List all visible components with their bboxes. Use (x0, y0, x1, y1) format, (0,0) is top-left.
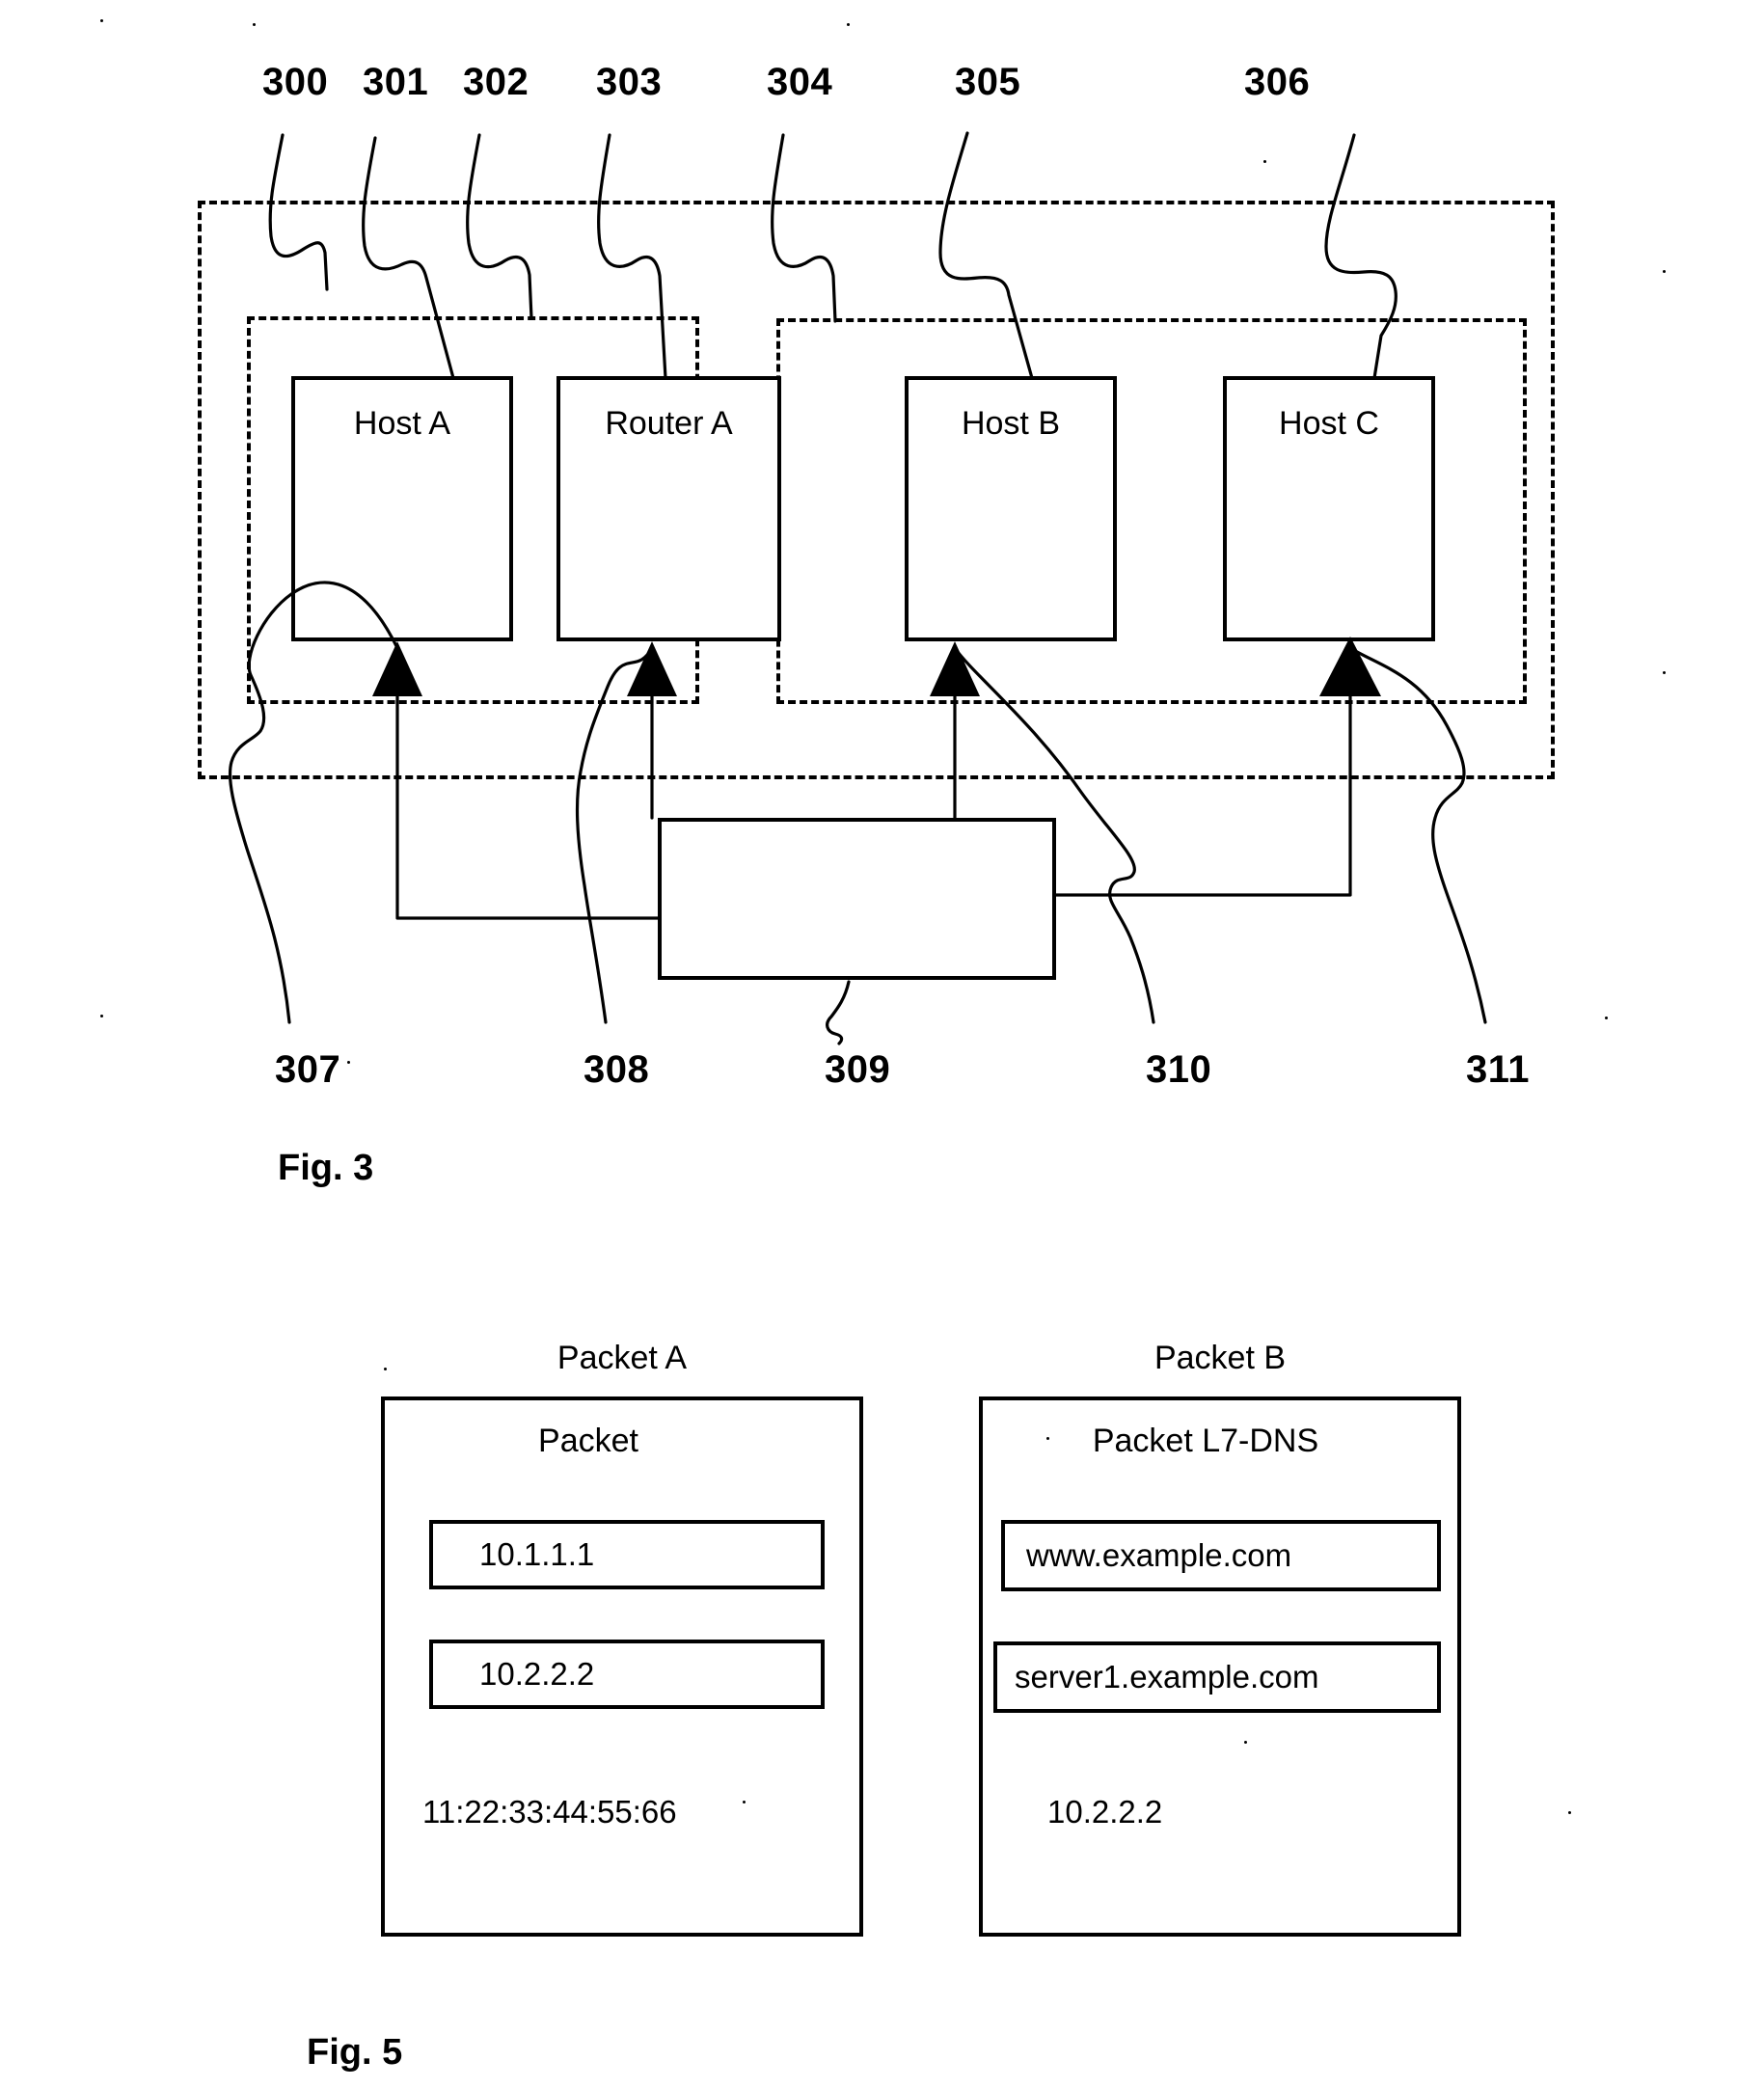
packet-a-field-501: 10.1.1.1 (429, 1520, 825, 1589)
scan-speck (1568, 1811, 1571, 1814)
packet-b-field-505-value: server1.example.com (1015, 1659, 1319, 1695)
scan-speck (743, 1801, 746, 1803)
figure-3: 300 301 302 303 304 305 306 Host A Route… (0, 0, 1764, 1234)
ref-number-304: 304 (767, 61, 833, 103)
scan-speck (253, 23, 256, 26)
ref-number-308: 308 (583, 1048, 650, 1091)
ref-number-310: 310 (1146, 1048, 1212, 1091)
patent-figure-page: 300 301 302 303 304 305 306 Host A Route… (0, 0, 1764, 2088)
scan-speck (100, 19, 103, 22)
packet-a-heading: Packet (538, 1423, 638, 1459)
ref-number-303: 303 (596, 61, 663, 103)
scan-speck (384, 1368, 387, 1370)
packet-b-field-505: server1.example.com (993, 1641, 1441, 1713)
node-box-host-c: Host C (1223, 376, 1435, 641)
ref-number-306: 306 (1244, 61, 1311, 103)
scan-speck (1244, 1741, 1247, 1744)
node-box-host-a: Host A (291, 376, 513, 641)
node-label-host-a: Host A (353, 405, 451, 442)
ref-number-307: 307 (275, 1048, 341, 1091)
node-label-router-a: Router A (605, 405, 733, 442)
figure-5: Packet A Packet 10.1.1.1 10.2.2.2 11:22:… (0, 1331, 1764, 2083)
packet-a-field-503-value: 11:22:33:44:55:66 (422, 1794, 677, 1830)
leader-line-309 (826, 980, 851, 1045)
figure-3-caption: Fig. 3 (278, 1148, 374, 1188)
node-label-host-c: Host C (1279, 405, 1379, 442)
scan-speck (347, 1061, 350, 1064)
node-box-router-a: Router A (556, 376, 781, 641)
node-label-host-b: Host B (961, 405, 1061, 442)
packet-b-field-504: www.example.com (1001, 1520, 1441, 1591)
scan-speck (1046, 1437, 1049, 1440)
scan-speck (100, 1015, 103, 1017)
figure-5-lines (0, 1331, 1764, 2088)
ref-number-302: 302 (463, 61, 529, 103)
packet-b-heading: Packet L7-DNS (1092, 1423, 1319, 1459)
packet-a-field-501-value: 10.1.1.1 (479, 1536, 595, 1572)
ref-number-301: 301 (363, 61, 429, 103)
ref-number-305: 305 (955, 61, 1021, 103)
central-controller-box (658, 818, 1056, 980)
figure-5-caption: Fig. 5 (307, 2032, 403, 2073)
packet-a-field-502: 10.2.2.2 (429, 1640, 825, 1709)
scan-speck (847, 23, 850, 26)
scan-speck (1263, 160, 1266, 163)
packet-a-field-502-value: 10.2.2.2 (479, 1656, 595, 1692)
packet-a-title: Packet A (556, 1340, 688, 1376)
packet-b-title: Packet B (1153, 1340, 1287, 1376)
ref-number-309: 309 (825, 1048, 891, 1091)
ref-number-311: 311 (1466, 1048, 1531, 1091)
scan-speck (1663, 270, 1666, 273)
packet-b-field-506-value: 10.2.2.2 (1047, 1794, 1163, 1830)
ref-number-300: 300 (262, 61, 329, 103)
scan-speck (1605, 1017, 1608, 1019)
scan-speck (1663, 671, 1666, 674)
packet-b-field-504-value: www.example.com (1026, 1537, 1292, 1573)
node-box-host-b: Host B (905, 376, 1117, 641)
